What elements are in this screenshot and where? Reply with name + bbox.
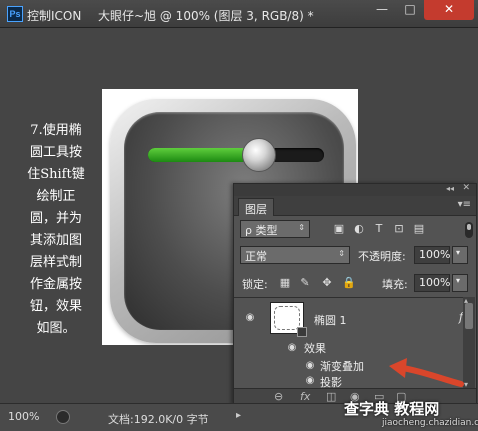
close-panel-icon[interactable]: ✕ bbox=[462, 183, 470, 193]
document-info: 文档:192.0K/0 字节 bbox=[108, 413, 209, 426]
effects-label: 效果 bbox=[304, 342, 326, 355]
zoom-level-field[interactable]: 100% bbox=[8, 410, 52, 426]
minimize-button[interactable]: — bbox=[368, 0, 396, 20]
layer-row[interactable]: ◉ 椭圆 1 fx bbox=[234, 298, 476, 338]
opacity-input[interactable]: 100% bbox=[414, 246, 450, 264]
filter-adjustment-icon[interactable]: ◐ bbox=[352, 222, 366, 236]
panel-menu-icon[interactable]: ▾≡ bbox=[458, 199, 471, 210]
maximize-button[interactable]: □ bbox=[396, 0, 424, 20]
scroll-thumb[interactable] bbox=[465, 303, 473, 329]
lock-all-icon[interactable]: 🔒 bbox=[342, 276, 356, 290]
chevron-updown-icon: ⇕ bbox=[298, 223, 305, 232]
watermark-url: jiaocheng.chazidian.com bbox=[382, 418, 478, 428]
status-menu-arrow-icon[interactable]: ▸ bbox=[236, 410, 241, 421]
status-info-icon[interactable] bbox=[56, 410, 70, 424]
photoshop-logo-icon: Ps bbox=[7, 6, 23, 22]
search-icon: ρ bbox=[245, 224, 252, 237]
link-layers-icon[interactable]: ⊖ bbox=[274, 390, 283, 403]
effects-row[interactable]: ◉ 效果 bbox=[234, 340, 476, 356]
watermark: 查字典 教程网 jiaocheng.chazidian.com bbox=[340, 396, 478, 431]
opacity-label: 不透明度: bbox=[358, 250, 406, 263]
slider-track bbox=[148, 138, 324, 172]
fill-input[interactable]: 100% bbox=[414, 274, 450, 292]
filter-type-icon[interactable]: T bbox=[372, 222, 386, 236]
blend-mode-label: 正常 bbox=[245, 250, 267, 263]
add-mask-icon[interactable]: ◫ bbox=[326, 390, 336, 403]
visibility-eye-icon[interactable]: ◉ bbox=[302, 360, 318, 372]
filter-row: ρ 类型 ⇕ ▣ ◐ T ⊡ ▤ bbox=[234, 220, 476, 240]
filter-kind-label: 类型 bbox=[255, 224, 278, 237]
fill-dropdown[interactable]: ▾ bbox=[452, 274, 468, 292]
tab-layers[interactable]: 图层 bbox=[238, 198, 274, 216]
lock-row: 锁定: ▦ ✎ ✥ 🔒 填充: 100% ▾ bbox=[234, 274, 476, 294]
tutorial-caption: 7.使用椭 圆工具按 住Shift键 绘制正 圆，并为 其添加图 层样式制 作金… bbox=[27, 123, 85, 336]
add-style-icon[interactable]: fx bbox=[300, 390, 310, 403]
lock-move-icon[interactable]: ✥ bbox=[320, 276, 334, 290]
visibility-eye-icon[interactable]: ◉ bbox=[242, 312, 258, 324]
filter-toggle[interactable] bbox=[465, 222, 473, 238]
blend-row: 正常 ⇕ 不透明度: 100% ▾ bbox=[234, 246, 476, 266]
collapse-panel-icon[interactable]: ◂◂ bbox=[446, 184, 454, 193]
layer-thumbnail bbox=[270, 302, 307, 337]
watermark-main: 查字典 教程网 bbox=[344, 400, 440, 418]
lock-paint-icon[interactable]: ✎ bbox=[298, 276, 312, 290]
slider-knob bbox=[241, 138, 276, 172]
filter-smart-object-icon[interactable]: ▤ bbox=[412, 222, 426, 236]
gradient-overlay-label: 渐变叠加 bbox=[320, 360, 364, 373]
opacity-dropdown[interactable]: ▾ bbox=[452, 246, 468, 264]
app-tab-title[interactable]: 控制ICON bbox=[27, 7, 81, 24]
title-bar: Ps 控制ICON 大眼仔~旭 @ 100% (图层 3, RGB/8) * —… bbox=[0, 0, 478, 28]
panel-title-strip: ◂◂ ✕ bbox=[234, 183, 476, 196]
panel-tabs: 图层 ▾≡ bbox=[234, 196, 476, 216]
fill-label: 填充: bbox=[382, 278, 408, 291]
document-title: 大眼仔~旭 @ 100% (图层 3, RGB/8) * bbox=[98, 9, 314, 23]
visibility-eye-icon[interactable]: ◉ bbox=[284, 342, 300, 354]
filter-kind-select[interactable]: ρ 类型 ⇕ bbox=[240, 220, 310, 238]
lock-transparent-icon[interactable]: ▦ bbox=[278, 276, 292, 290]
lock-label: 锁定: bbox=[242, 278, 268, 291]
red-arrow-icon bbox=[389, 358, 464, 387]
filter-shape-icon[interactable]: ⊡ bbox=[392, 222, 406, 236]
blend-mode-select[interactable]: 正常 ⇕ bbox=[240, 246, 350, 264]
close-window-button[interactable]: ✕ bbox=[424, 0, 474, 20]
visibility-eye-icon[interactable]: ◉ bbox=[302, 375, 318, 387]
layer-name[interactable]: 椭圆 1 bbox=[314, 312, 347, 328]
chevron-updown-icon: ⇕ bbox=[338, 249, 345, 258]
vector-mask-icon bbox=[297, 327, 307, 337]
filter-pixel-icon[interactable]: ▣ bbox=[332, 222, 346, 236]
